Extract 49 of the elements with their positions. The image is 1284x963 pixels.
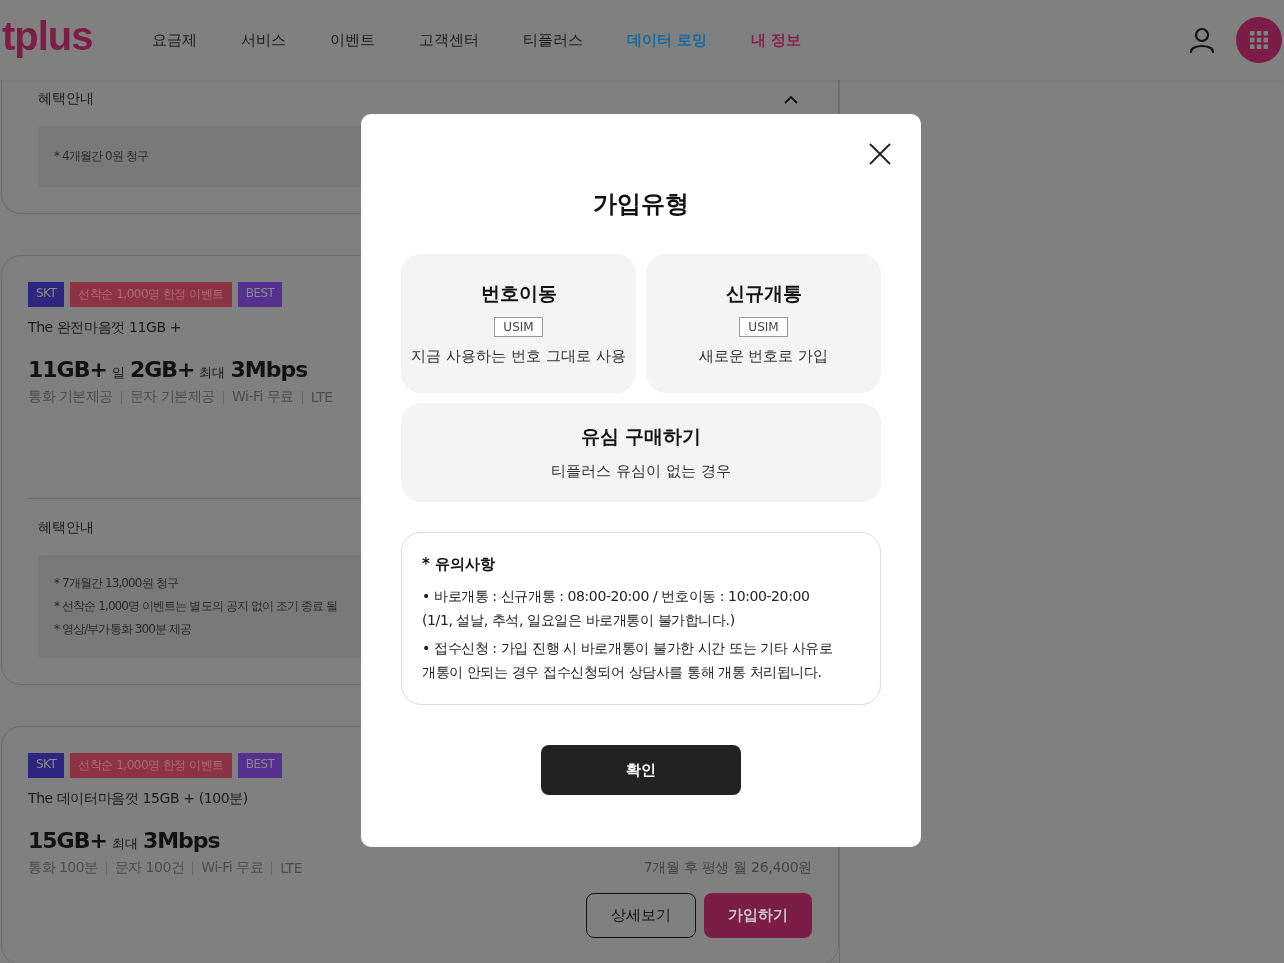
- option-card[interactable]: 번호이동 USIM 지금 사용하는 번호 그대로 사용: [401, 254, 636, 393]
- logo[interactable]: tplus: [2, 13, 112, 59]
- user-icon[interactable]: [1188, 26, 1216, 54]
- plan-spec: 2GB+: [129, 357, 195, 382]
- join-button[interactable]: 가입하기: [704, 893, 812, 938]
- option-title: 번호이동: [480, 281, 557, 306]
- nav-link[interactable]: 이벤트: [330, 30, 375, 50]
- plan-name: The 데이터마음껏 15GB + (100분): [28, 790, 248, 808]
- plan-name: The 완전마음껏 11GB +: [28, 319, 181, 337]
- close-icon[interactable]: [869, 143, 891, 165]
- price-note: 7개월 후 평생 월 26,400원: [643, 859, 812, 877]
- benefit-text: * 4개월간 0원 청구: [54, 148, 148, 165]
- option-title: 유심 구매하기: [580, 424, 702, 449]
- notice-text: • 접수신청 : 가입 진행 시 바로개통이 불가한 시간 또는 기타 사유로 개통이 안되는 경우 접수신청되어 상담사를 통해 개통 처리됩니다.: [422, 639, 834, 682]
- benefit-text: * 영상/부가통화 300분 제공: [54, 621, 192, 638]
- nav-link[interactable]: 요금제: [152, 30, 197, 50]
- option-title: 신규개통: [725, 281, 802, 306]
- plan-spec: 3Mbps: [230, 357, 308, 382]
- usim-tag: USIM: [494, 317, 543, 337]
- plan-spec: 최대: [111, 835, 138, 853]
- plan-spec: 최대: [199, 364, 226, 382]
- notice-text: • 바로개통 : 신규개통 : 08:00-20:00 / 번호이동 : 10:00-20:00 (1/1, 설날, 추석, 일요일은 바로개통이 불가합니다.): [422, 587, 811, 630]
- benefit-text: * 선착순 1,000명 이벤트는 별도의 공지 없이 조기 종료 될: [54, 598, 338, 615]
- nav-link[interactable]: 서비스: [241, 30, 286, 50]
- option-description: 지금 사용하는 번호 그대로 사용: [411, 347, 626, 366]
- option-description: 티플러스 유심이 없는 경우: [551, 462, 731, 481]
- chevron-up-icon[interactable]: [784, 94, 798, 104]
- tag: SKT: [28, 753, 65, 778]
- option-card[interactable]: 유심 구매하기 티플러스 유심이 없는 경우: [401, 403, 881, 502]
- nav-link[interactable]: 티플러스: [523, 30, 583, 50]
- confirm-button[interactable]: 확인: [541, 745, 741, 795]
- benefit-text: * 7개월간 13,000원 청구: [54, 575, 178, 592]
- plan-spec: 3Mbps: [142, 828, 220, 853]
- menu-icon[interactable]: [1236, 17, 1282, 63]
- tag: SKT: [28, 282, 65, 307]
- usim-tag: USIM: [739, 317, 788, 337]
- option-description: 새로운 번호로 가입: [698, 347, 829, 366]
- tag: BEST: [237, 753, 283, 778]
- benefit-title: 혜택안내: [38, 519, 94, 537]
- tag: BEST: [237, 282, 283, 307]
- option-card[interactable]: 신규개통 USIM 새로운 번호로 가입: [646, 254, 881, 393]
- plan-spec: 일: [111, 364, 125, 382]
- benefit-title: 혜택안내: [38, 90, 94, 108]
- notice-title: * 유의사항: [422, 555, 497, 574]
- plan-spec: 15GB+: [28, 828, 107, 853]
- details-button[interactable]: 상세보기: [586, 893, 696, 938]
- plan-spec: 11GB+: [28, 357, 107, 382]
- modal-title: 가입유형: [593, 189, 689, 220]
- nav-link[interactable]: 고객센터: [419, 30, 479, 50]
